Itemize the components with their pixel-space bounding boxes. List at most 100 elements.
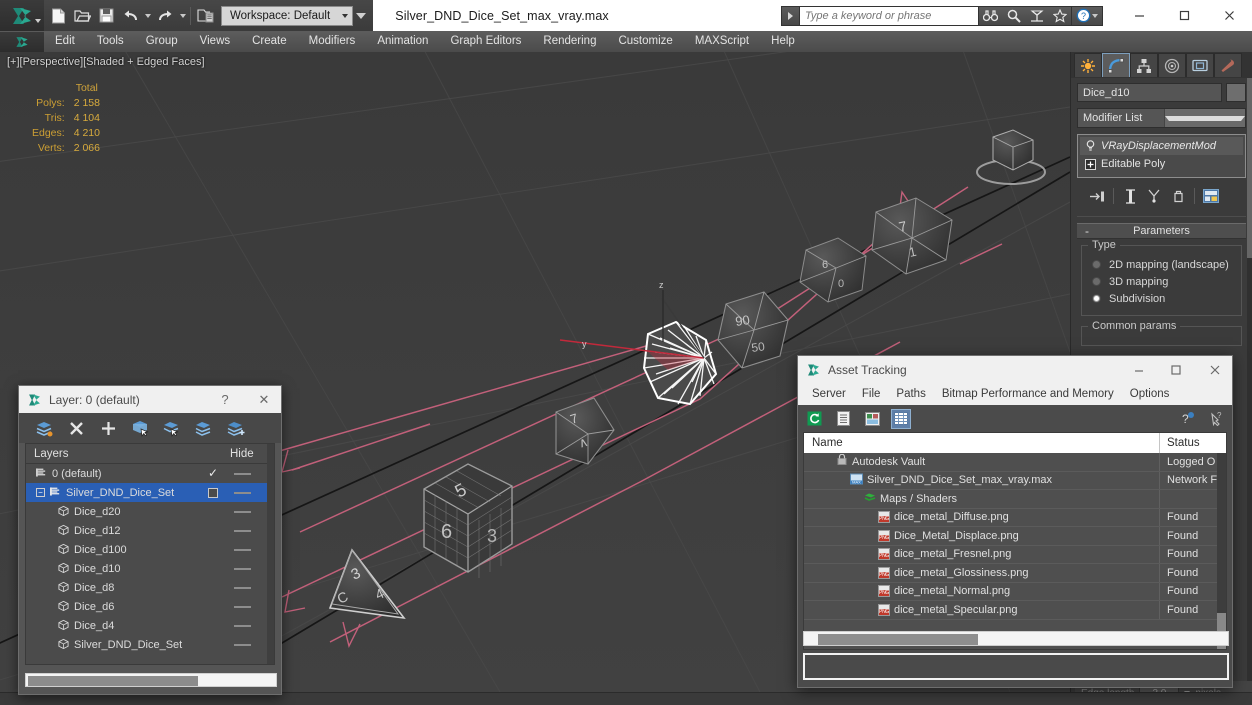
hide-toggle[interactable] <box>234 605 251 608</box>
create-new-layer-icon[interactable] <box>33 417 55 439</box>
app-logo-button[interactable] <box>0 0 44 31</box>
radio-subdivision[interactable]: Subdivision <box>1088 290 1235 307</box>
refresh-icon[interactable] <box>804 409 824 429</box>
layer-row-dice-d20[interactable]: Dice_d20 <box>26 502 274 521</box>
asset-row-max-file[interactable]: MAX Silver_DND_Dice_Set_max_vray.max Net… <box>804 471 1226 490</box>
layer-row-dice-d4[interactable]: Dice_d4 <box>26 616 274 635</box>
hide-toggle[interactable] <box>234 472 251 475</box>
asset-row-specular-png[interactable]: dice_metal_Specular.png Found <box>804 601 1226 620</box>
close-button[interactable] <box>1207 0 1252 31</box>
asset-tracking-titlebar[interactable]: Asset Tracking <box>798 356 1232 383</box>
asset-tracking-grid[interactable]: Name Status Autodesk Vault Logged O MAX <box>803 432 1227 650</box>
select-highlighted-objects-icon[interactable] <box>161 417 183 439</box>
at-menu-bitmap-performance[interactable]: Bitmap Performance and Memory <box>934 383 1122 405</box>
pin-stack-icon[interactable] <box>1085 185 1109 207</box>
grid-view-icon[interactable] <box>891 408 911 429</box>
menu-item-modifiers[interactable]: Modifiers <box>298 31 367 52</box>
modifier-stack-item-editable-poly[interactable]: Editable Poly <box>1080 155 1243 173</box>
radio-2d-mapping[interactable]: 2D mapping (landscape) <box>1088 256 1235 273</box>
at-menu-file[interactable]: File <box>854 383 889 405</box>
new-file-icon[interactable] <box>46 3 70 29</box>
asset-grid-horizontal-scrollbar-thumb[interactable] <box>818 634 978 645</box>
help-button[interactable]: ? <box>1072 5 1103 26</box>
menu-item-tools[interactable]: Tools <box>86 31 135 52</box>
hide-toggle[interactable] <box>234 491 251 494</box>
menu-item-views[interactable]: Views <box>189 31 241 52</box>
layer-row-dice-d8[interactable]: Dice_d8 <box>26 578 274 597</box>
name-column-header[interactable]: Name <box>804 433 1160 453</box>
menu-item-help[interactable]: Help <box>760 31 806 52</box>
status-column-header[interactable]: Status <box>1160 437 1226 449</box>
asset-row-diffuse-png[interactable]: dice_metal_Diffuse.png Found <box>804 508 1226 527</box>
search-input[interactable] <box>799 5 979 26</box>
hide-toggle[interactable] <box>234 567 251 570</box>
hide-toggle[interactable] <box>234 643 251 646</box>
layer-list[interactable]: Layers Hide 0 (default) ✓ − Silver_DND_D… <box>25 443 275 665</box>
radio-icon[interactable] <box>1092 260 1101 269</box>
display-tab[interactable] <box>1186 53 1214 77</box>
layer-row-silver-dnd-dice-set[interactable]: − Silver_DND_Dice_Set <box>26 483 274 502</box>
asset-grid-horizontal-scrollbar[interactable] <box>803 631 1229 646</box>
object-name-field[interactable]: Dice_d10 <box>1077 83 1222 102</box>
layer-dialog-help-button[interactable]: ? <box>210 386 240 413</box>
qat-overflow-button[interactable] <box>353 3 369 29</box>
satellite-icon[interactable] <box>1025 6 1048 26</box>
menu-item-maxscript[interactable]: MAXScript <box>684 31 760 52</box>
hide-toggle[interactable] <box>234 510 251 513</box>
context-help-icon[interactable]: ? <box>1206 409 1226 429</box>
show-end-result-icon[interactable] <box>1118 185 1142 207</box>
motion-tab[interactable] <box>1158 53 1186 77</box>
set-current-layer-icon[interactable] <box>225 417 247 439</box>
menu-item-graph-editors[interactable]: Graph Editors <box>439 31 532 52</box>
redo-icon[interactable] <box>153 3 177 29</box>
hide-toggle[interactable] <box>234 586 251 589</box>
hide-toggle[interactable] <box>234 529 251 532</box>
list-view-icon[interactable] <box>833 409 853 429</box>
object-color-swatch[interactable] <box>1226 83 1246 102</box>
parameters-rollout-header[interactable]: - Parameters <box>1077 223 1246 239</box>
layer-dialog-close-button[interactable]: ✕ <box>247 386 281 413</box>
radio-icon[interactable] <box>1092 277 1101 286</box>
current-layer-check-icon[interactable]: ✓ <box>208 467 218 479</box>
save-file-icon[interactable] <box>94 3 118 29</box>
thumbnail-view-icon[interactable] <box>862 409 882 429</box>
layer-row-0-default[interactable]: 0 (default) ✓ <box>26 464 274 483</box>
plus-box-icon[interactable] <box>1084 158 1096 170</box>
add-selected-objects-icon[interactable] <box>193 417 215 439</box>
menu-item-edit[interactable]: Edit <box>44 31 86 52</box>
radio-3d-mapping[interactable]: 3D mapping <box>1088 273 1235 290</box>
hide-toggle[interactable] <box>234 624 251 627</box>
project-folder-icon[interactable] <box>193 3 217 29</box>
layer-row-dice-d10[interactable]: Dice_d10 <box>26 559 274 578</box>
make-unique-icon[interactable] <box>1142 185 1166 207</box>
layer-row-dice-d100[interactable]: Dice_d100 <box>26 540 274 559</box>
menu-item-rendering[interactable]: Rendering <box>532 31 607 52</box>
hierarchy-tab[interactable] <box>1130 53 1158 77</box>
viewport-label[interactable]: [+][Perspective][Shaded + Edged Faces] <box>7 56 205 68</box>
menu-item-create[interactable]: Create <box>241 31 298 52</box>
command-panel-scrollbar-thumb[interactable] <box>1247 78 1252 258</box>
layer-row-dice-d12[interactable]: Dice_d12 <box>26 521 274 540</box>
menu-item-customize[interactable]: Customize <box>607 31 683 52</box>
magnifier-icon[interactable] <box>1002 6 1025 26</box>
menu-item-animation[interactable]: Animation <box>366 31 439 52</box>
open-file-icon[interactable] <box>70 3 94 29</box>
redo-dropdown-caret-icon[interactable] <box>177 3 188 29</box>
modify-tab[interactable] <box>1102 53 1130 77</box>
expander-icon[interactable]: − <box>36 488 45 497</box>
layer-horizontal-scrollbar[interactable] <box>25 673 277 687</box>
layer-dialog[interactable]: Layer: 0 (default) ? ✕ Layers Hide 0 (de… <box>18 385 282 695</box>
undo-icon[interactable] <box>118 3 142 29</box>
asset-grid-vertical-scrollbar[interactable] <box>1217 453 1226 649</box>
layer-checkbox[interactable] <box>208 487 218 498</box>
asset-tracking-maximize-button[interactable] <box>1161 356 1191 383</box>
asset-tracking-close-button[interactable] <box>1198 356 1232 383</box>
select-objects-in-layer-icon[interactable] <box>129 417 151 439</box>
asset-row-normal-png[interactable]: dice_metal_Normal.png Found <box>804 582 1226 601</box>
utilities-tab[interactable] <box>1214 53 1242 77</box>
chevron-down-icon[interactable] <box>1163 109 1245 127</box>
asset-tracking-dialog[interactable]: Asset Tracking Server File Paths Bitmap … <box>797 355 1233 688</box>
collapse-icon[interactable]: - <box>1085 225 1089 237</box>
help-question-icon[interactable]: ? <box>1177 409 1197 429</box>
remove-modifier-icon[interactable] <box>1166 185 1190 207</box>
